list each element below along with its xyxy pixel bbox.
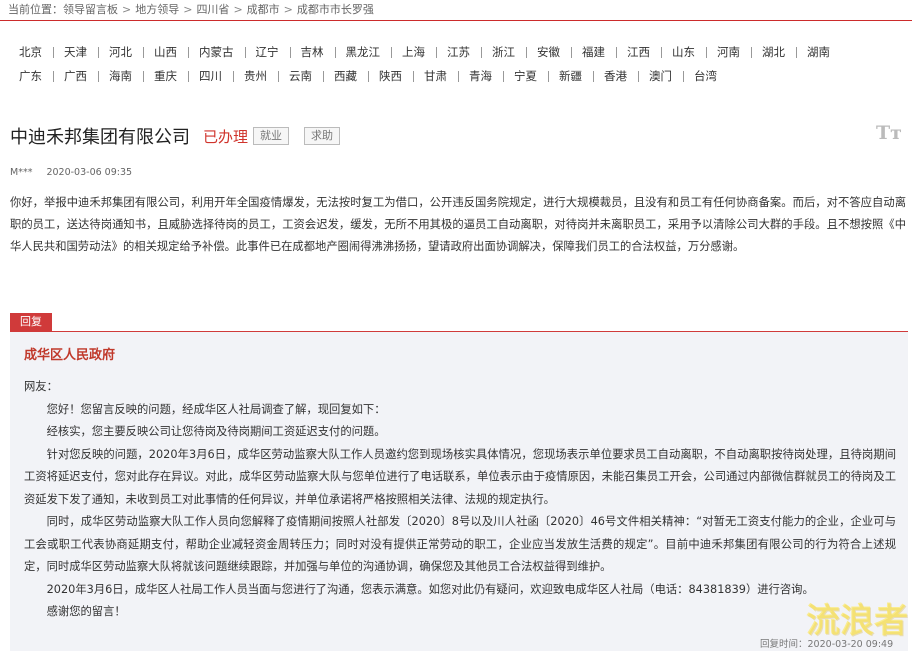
region-link[interactable]: 台湾 [683, 68, 728, 84]
breadcrumb-separator: > [122, 3, 132, 16]
region-link[interactable]: 辽宁 [244, 44, 290, 60]
region-link[interactable]: 澳门 [638, 68, 683, 84]
header-divider [0, 20, 912, 21]
breadcrumb-item[interactable]: 成都市 [247, 3, 280, 16]
breadcrumb: 当前位置：领导留言板 > 地方领导 > 四川省 > 成都市 > 成都市市长罗强 [8, 1, 374, 17]
region-link[interactable]: 甘肃 [413, 68, 458, 84]
region-link[interactable]: 西藏 [323, 68, 368, 84]
reply-body: 网友： 您好！您留言反映的问题，经成华区人社局调查了解，现回复如下： 经核实，您… [24, 376, 896, 624]
reply-paragraph: 经核实，您主要反映公司让您待岗及待岗期间工资延迟支付的问题。 [46, 425, 386, 438]
reply-time: 回复时间：2020-03-20 09:49 [760, 636, 893, 650]
breadcrumb-separator: > [283, 3, 293, 16]
region-link[interactable]: 浙江 [481, 44, 526, 60]
category-tag-help[interactable]: 求助 [304, 127, 340, 145]
region-nav: 北京 天津 河北 山西 内蒙古 辽宁 吉林 黑龙江 上海 江苏 浙江 安徽 福建… [8, 40, 908, 88]
reply-paragraph: 您好！您留言反映的问题，经成华区人社局调查了解，现回复如下： [46, 402, 386, 416]
region-link[interactable]: 广西 [53, 68, 98, 84]
breadcrumb-item[interactable]: 领导留言板 [63, 3, 118, 16]
reply-tag: 回复 [10, 313, 52, 331]
breadcrumb-item[interactable]: 成都市市长罗强 [297, 3, 374, 16]
reply-greeting: 网友： [24, 380, 58, 393]
region-link[interactable]: 吉林 [289, 44, 335, 60]
breadcrumb-item[interactable]: 四川省 [196, 3, 229, 16]
region-link[interactable]: 河北 [98, 44, 143, 60]
reply-panel: 成华区人民政府 网友： 您好！您留言反映的问题，经成华区人社局调查了解，现回复如… [10, 331, 908, 651]
reply-paragraph: 针对您反映的问题，2020年3月6日，成华区劳动监察大队工作人员邀约您到现场核实… [24, 447, 896, 506]
region-link[interactable]: 湖南 [796, 44, 841, 60]
author-name: M*** [10, 167, 33, 178]
region-link[interactable]: 福建 [571, 44, 616, 60]
region-link[interactable]: 海南 [98, 68, 143, 84]
category-tag-employment[interactable]: 就业 [253, 127, 289, 145]
region-link[interactable]: 湖北 [751, 44, 796, 60]
region-link[interactable]: 青海 [458, 68, 503, 84]
region-link[interactable]: 山西 [143, 44, 188, 60]
region-link[interactable]: 江西 [616, 44, 661, 60]
region-link[interactable]: 宁夏 [503, 68, 548, 84]
region-link[interactable]: 新疆 [548, 68, 593, 84]
region-link[interactable]: 天津 [53, 44, 98, 60]
breadcrumb-separator: > [233, 3, 243, 16]
reply-org: 成华区人民政府 [24, 348, 116, 363]
region-link[interactable]: 陕西 [368, 68, 413, 84]
message-meta: M*** 2020-03-06 09:35 [10, 167, 132, 178]
region-link[interactable]: 黑龙江 [334, 44, 392, 60]
font-size-toggle-icon[interactable]: Tт [876, 122, 902, 144]
region-row-1: 北京 天津 河北 山西 内蒙古 辽宁 吉林 黑龙江 上海 江苏 浙江 安徽 福建… [8, 40, 908, 64]
region-link[interactable]: 内蒙古 [188, 44, 245, 60]
region-link[interactable]: 河南 [706, 44, 751, 60]
breadcrumb-prefix: 当前位置： [8, 3, 63, 16]
region-link[interactable]: 上海 [391, 44, 436, 60]
reply-paragraph: 2020年3月6日，成华区人社局工作人员当面与您进行了沟通，您表示满意。如您对此… [46, 582, 814, 596]
message-title: 中迪禾邦集团有限公司 [10, 127, 190, 148]
breadcrumb-item[interactable]: 地方领导 [135, 3, 179, 16]
reply-time-label: 回复时间： [760, 639, 808, 650]
region-link[interactable]: 重庆 [143, 68, 188, 84]
region-link[interactable]: 江苏 [436, 44, 481, 60]
region-link[interactable]: 广东 [8, 68, 53, 84]
region-link[interactable]: 北京 [8, 44, 53, 60]
region-link[interactable]: 山东 [661, 44, 706, 60]
message-content: 你好，举报中迪禾邦集团有限公司，利用开年全国疫情爆发，无法按时复工为借口，公开违… [10, 196, 906, 253]
region-row-2: 广东 广西 海南 重庆 四川 贵州 云南 西藏 陕西 甘肃 青海 宁夏 新疆 香… [8, 64, 908, 88]
region-link[interactable]: 贵州 [233, 68, 278, 84]
reply-time-value: 2020-03-20 09:49 [807, 639, 894, 650]
region-link[interactable]: 四川 [188, 68, 233, 84]
status-badge: 已办理 [203, 128, 249, 146]
region-link[interactable]: 安徽 [526, 44, 571, 60]
region-link[interactable]: 香港 [593, 68, 638, 84]
region-link[interactable]: 云南 [278, 68, 323, 84]
breadcrumb-separator: > [183, 3, 193, 16]
reply-paragraph: 感谢您的留言！ [46, 605, 126, 618]
reply-paragraph: 同时，成华区劳动监察大队工作人员向您解释了疫情期间按照人社部发〔2020〕8号以… [24, 515, 896, 573]
post-date: 2020-03-06 09:35 [46, 167, 133, 178]
